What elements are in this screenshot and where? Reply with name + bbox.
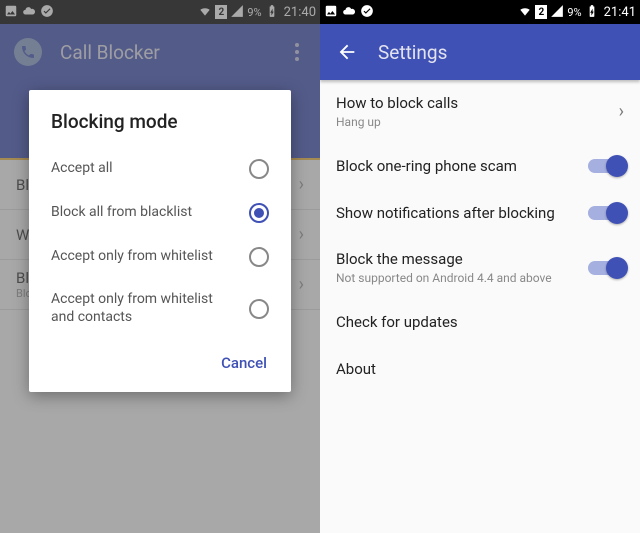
option-label: Accept only from whitelist: [51, 248, 249, 266]
settings-row-notifications[interactable]: Show notifications after blocking: [320, 190, 640, 237]
chevron-right-icon: ›: [619, 101, 624, 122]
dialog-title: Blocking mode: [29, 110, 291, 147]
check-icon: [360, 4, 374, 21]
blocking-mode-dialog: Blocking mode Accept all Block all from …: [29, 90, 291, 392]
phone-left: 2 9% 21:40 Call Blocker Blacklist › Whit…: [0, 0, 320, 533]
option-label: Block all from blacklist: [51, 204, 249, 222]
battery-percent: 9%: [567, 6, 581, 19]
battery-icon: [585, 4, 599, 21]
sim-indicator: 2: [535, 5, 547, 19]
radio-icon: [249, 203, 269, 223]
app-bar: Settings: [320, 24, 640, 80]
switch-toggle[interactable]: [588, 261, 624, 275]
wifi-icon: [518, 4, 532, 21]
row-title: About: [336, 360, 614, 379]
status-time: 21:41: [604, 5, 636, 20]
settings-row-about[interactable]: About: [320, 346, 640, 393]
dialog-option[interactable]: Accept only from whitelist and contacts: [29, 279, 291, 338]
dialog-option[interactable]: Accept all: [29, 147, 291, 191]
row-subtitle: Hang up: [336, 115, 609, 129]
radio-icon: [249, 247, 269, 267]
cloud-icon: [342, 4, 356, 21]
row-title: Block one-ring phone scam: [336, 157, 578, 176]
dialog-scrim[interactable]: Blocking mode Accept all Block all from …: [0, 0, 320, 533]
cancel-button[interactable]: Cancel: [211, 348, 277, 378]
phone-right: 2 9% 21:41 Settings How to block calls H…: [320, 0, 640, 533]
row-title: Show notifications after blocking: [336, 204, 578, 223]
settings-row-one-ring-scam[interactable]: Block one-ring phone scam: [320, 143, 640, 190]
app-title: Settings: [378, 41, 447, 64]
signal-icon: [550, 4, 564, 21]
gallery-icon: [324, 4, 338, 21]
settings-row-check-updates[interactable]: Check for updates: [320, 299, 640, 346]
radio-icon: [249, 159, 269, 179]
settings-list: How to block calls Hang up › Block one-r…: [320, 80, 640, 393]
radio-icon: [249, 299, 269, 319]
dialog-option[interactable]: Accept only from whitelist: [29, 235, 291, 279]
option-label: Accept only from whitelist and contacts: [51, 291, 249, 326]
row-title: How to block calls: [336, 94, 609, 113]
option-label: Accept all: [51, 160, 249, 178]
dialog-option[interactable]: Block all from blacklist: [29, 191, 291, 235]
back-button[interactable]: [334, 39, 360, 65]
switch-toggle[interactable]: [588, 159, 624, 173]
settings-row-how-to-block[interactable]: How to block calls Hang up ›: [320, 80, 640, 143]
row-title: Check for updates: [336, 313, 614, 332]
status-bar: 2 9% 21:41: [320, 0, 640, 24]
settings-row-block-message[interactable]: Block the message Not supported on Andro…: [320, 236, 640, 299]
row-title: Block the message: [336, 250, 578, 269]
switch-toggle[interactable]: [588, 206, 624, 220]
row-subtitle: Not supported on Android 4.4 and above: [336, 271, 578, 285]
